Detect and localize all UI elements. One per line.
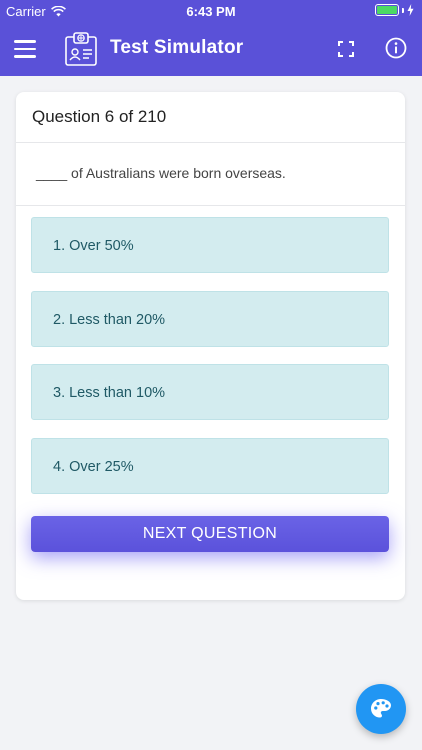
battery-fill: [377, 6, 397, 14]
question-card: Question 6 of 210 ____ of Australians we…: [16, 92, 405, 600]
question-counter: Question 6 of 210: [32, 107, 167, 126]
battery-cap: [402, 7, 404, 13]
charging-bolt-icon: [407, 4, 414, 16]
answer-option-1[interactable]: 1. Over 50%: [31, 217, 389, 273]
theme-fab-button[interactable]: [356, 684, 406, 734]
question-text-area: ____ of Australians were born overseas.: [16, 143, 405, 206]
answer-option-3[interactable]: 3. Less than 10%: [31, 364, 389, 420]
top-bar: Carrier 6:43 PM Test Simulator: [0, 0, 422, 76]
app-screen: Carrier 6:43 PM Test Simulator Question …: [0, 0, 422, 750]
app-title: Test Simulator: [110, 37, 244, 58]
answer-option-4[interactable]: 4. Over 25%: [31, 437, 389, 494]
battery-indicator: [375, 4, 414, 16]
info-icon[interactable]: [385, 37, 407, 59]
answer-option-label: 4. Over 25%: [53, 458, 134, 475]
status-time: 6:43 PM: [186, 4, 236, 19]
palette-icon: [371, 699, 391, 718]
question-card-header: Question 6 of 210: [16, 92, 405, 143]
answer-options: 1. Over 50% 2. Less than 20% 3. Less tha…: [31, 217, 389, 511]
app-header: Test Simulator: [0, 22, 422, 76]
status-bar: Carrier 6:43 PM: [0, 0, 422, 22]
citizenship-id-card-icon: [65, 32, 97, 66]
answer-option-label: 3. Less than 10%: [53, 385, 166, 401]
answer-option-2[interactable]: 2. Less than 20%: [31, 290, 389, 347]
question-text: ____ of Australians were born overseas.: [36, 165, 286, 181]
answer-option-label: 2. Less than 20%: [53, 311, 166, 328]
answer-option-label: 1. Over 50%: [53, 238, 134, 254]
fullscreen-icon[interactable]: [337, 40, 355, 58]
next-question-button[interactable]: NEXT QUESTION: [31, 516, 389, 552]
battery-icon: [375, 4, 399, 16]
hamburger-menu-icon[interactable]: [14, 39, 36, 59]
